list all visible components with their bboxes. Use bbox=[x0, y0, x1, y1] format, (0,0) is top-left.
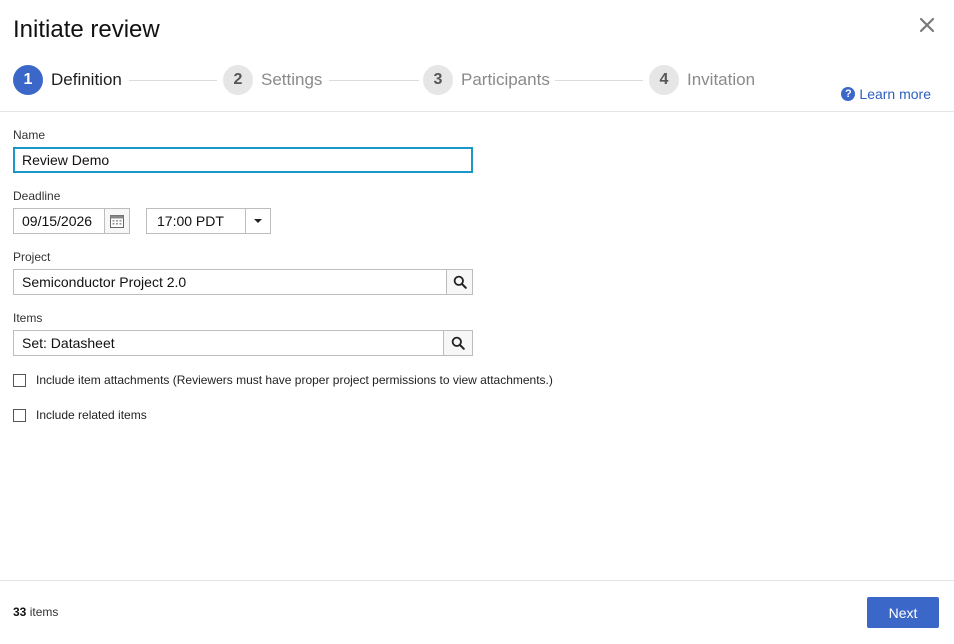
calendar-button[interactable] bbox=[104, 208, 130, 234]
item-count: 33 items bbox=[13, 605, 58, 619]
search-icon bbox=[451, 336, 465, 350]
step-settings[interactable]: 2 Settings bbox=[223, 65, 322, 95]
next-button[interactable]: Next bbox=[867, 597, 939, 628]
items-label: Items bbox=[13, 311, 43, 325]
step-number: 3 bbox=[423, 65, 453, 95]
caret-down-icon bbox=[254, 219, 262, 223]
include-related-row: Include related items bbox=[13, 408, 147, 422]
name-label: Name bbox=[13, 128, 46, 142]
wizard-stepper: 1 Definition 2 Settings 3 Participants 4… bbox=[13, 65, 773, 97]
search-icon bbox=[453, 275, 467, 289]
step-number: 1 bbox=[13, 65, 43, 95]
help-icon: ? bbox=[841, 87, 856, 101]
deadline-label: Deadline bbox=[13, 189, 61, 203]
close-icon bbox=[919, 17, 935, 33]
item-count-suffix: items bbox=[26, 605, 59, 619]
step-definition[interactable]: 1 Definition bbox=[13, 65, 122, 95]
step-connector bbox=[129, 80, 217, 81]
include-attachments-row: Include item attachments (Reviewers must… bbox=[13, 373, 553, 387]
step-label: Invitation bbox=[687, 70, 756, 89]
include-attachments-checkbox[interactable] bbox=[13, 373, 26, 387]
project-input[interactable]: Semiconductor Project 2.0 bbox=[13, 269, 447, 295]
close-button[interactable] bbox=[916, 14, 938, 36]
step-connector bbox=[329, 80, 419, 81]
step-number: 2 bbox=[223, 65, 253, 95]
calendar-icon bbox=[110, 215, 124, 228]
step-label: Definition bbox=[51, 70, 122, 89]
deadline-date-input[interactable]: 09/15/2026 bbox=[13, 208, 105, 234]
include-related-label[interactable]: Include related items bbox=[36, 408, 147, 422]
step-participants[interactable]: 3 Participants bbox=[423, 65, 550, 95]
deadline-time-select[interactable]: 17:00 PDT bbox=[146, 208, 246, 234]
step-label: Participants bbox=[461, 70, 550, 89]
footer-divider bbox=[0, 580, 954, 581]
items-search-button[interactable] bbox=[443, 330, 473, 356]
include-related-checkbox[interactable] bbox=[13, 408, 26, 422]
items-input[interactable]: Set: Datasheet bbox=[13, 330, 444, 356]
step-number: 4 bbox=[649, 65, 679, 95]
header-divider bbox=[0, 111, 954, 112]
time-dropdown-button[interactable] bbox=[245, 208, 271, 234]
learn-more-label: Learn more bbox=[859, 86, 931, 102]
project-label: Project bbox=[13, 250, 51, 264]
step-label: Settings bbox=[261, 70, 323, 89]
step-connector bbox=[555, 80, 643, 81]
step-invitation[interactable]: 4 Invitation bbox=[649, 65, 755, 95]
include-attachments-label[interactable]: Include item attachments (Reviewers must… bbox=[36, 373, 553, 387]
name-input[interactable]: Review Demo bbox=[13, 147, 473, 173]
project-search-button[interactable] bbox=[446, 269, 473, 295]
item-count-number: 33 bbox=[13, 605, 27, 619]
dialog-title: Initiate review bbox=[13, 16, 160, 43]
learn-more-link[interactable]: ? Learn more bbox=[841, 86, 931, 102]
initiate-review-dialog: Initiate review 1 Definition 2 Settings … bbox=[0, 0, 954, 644]
